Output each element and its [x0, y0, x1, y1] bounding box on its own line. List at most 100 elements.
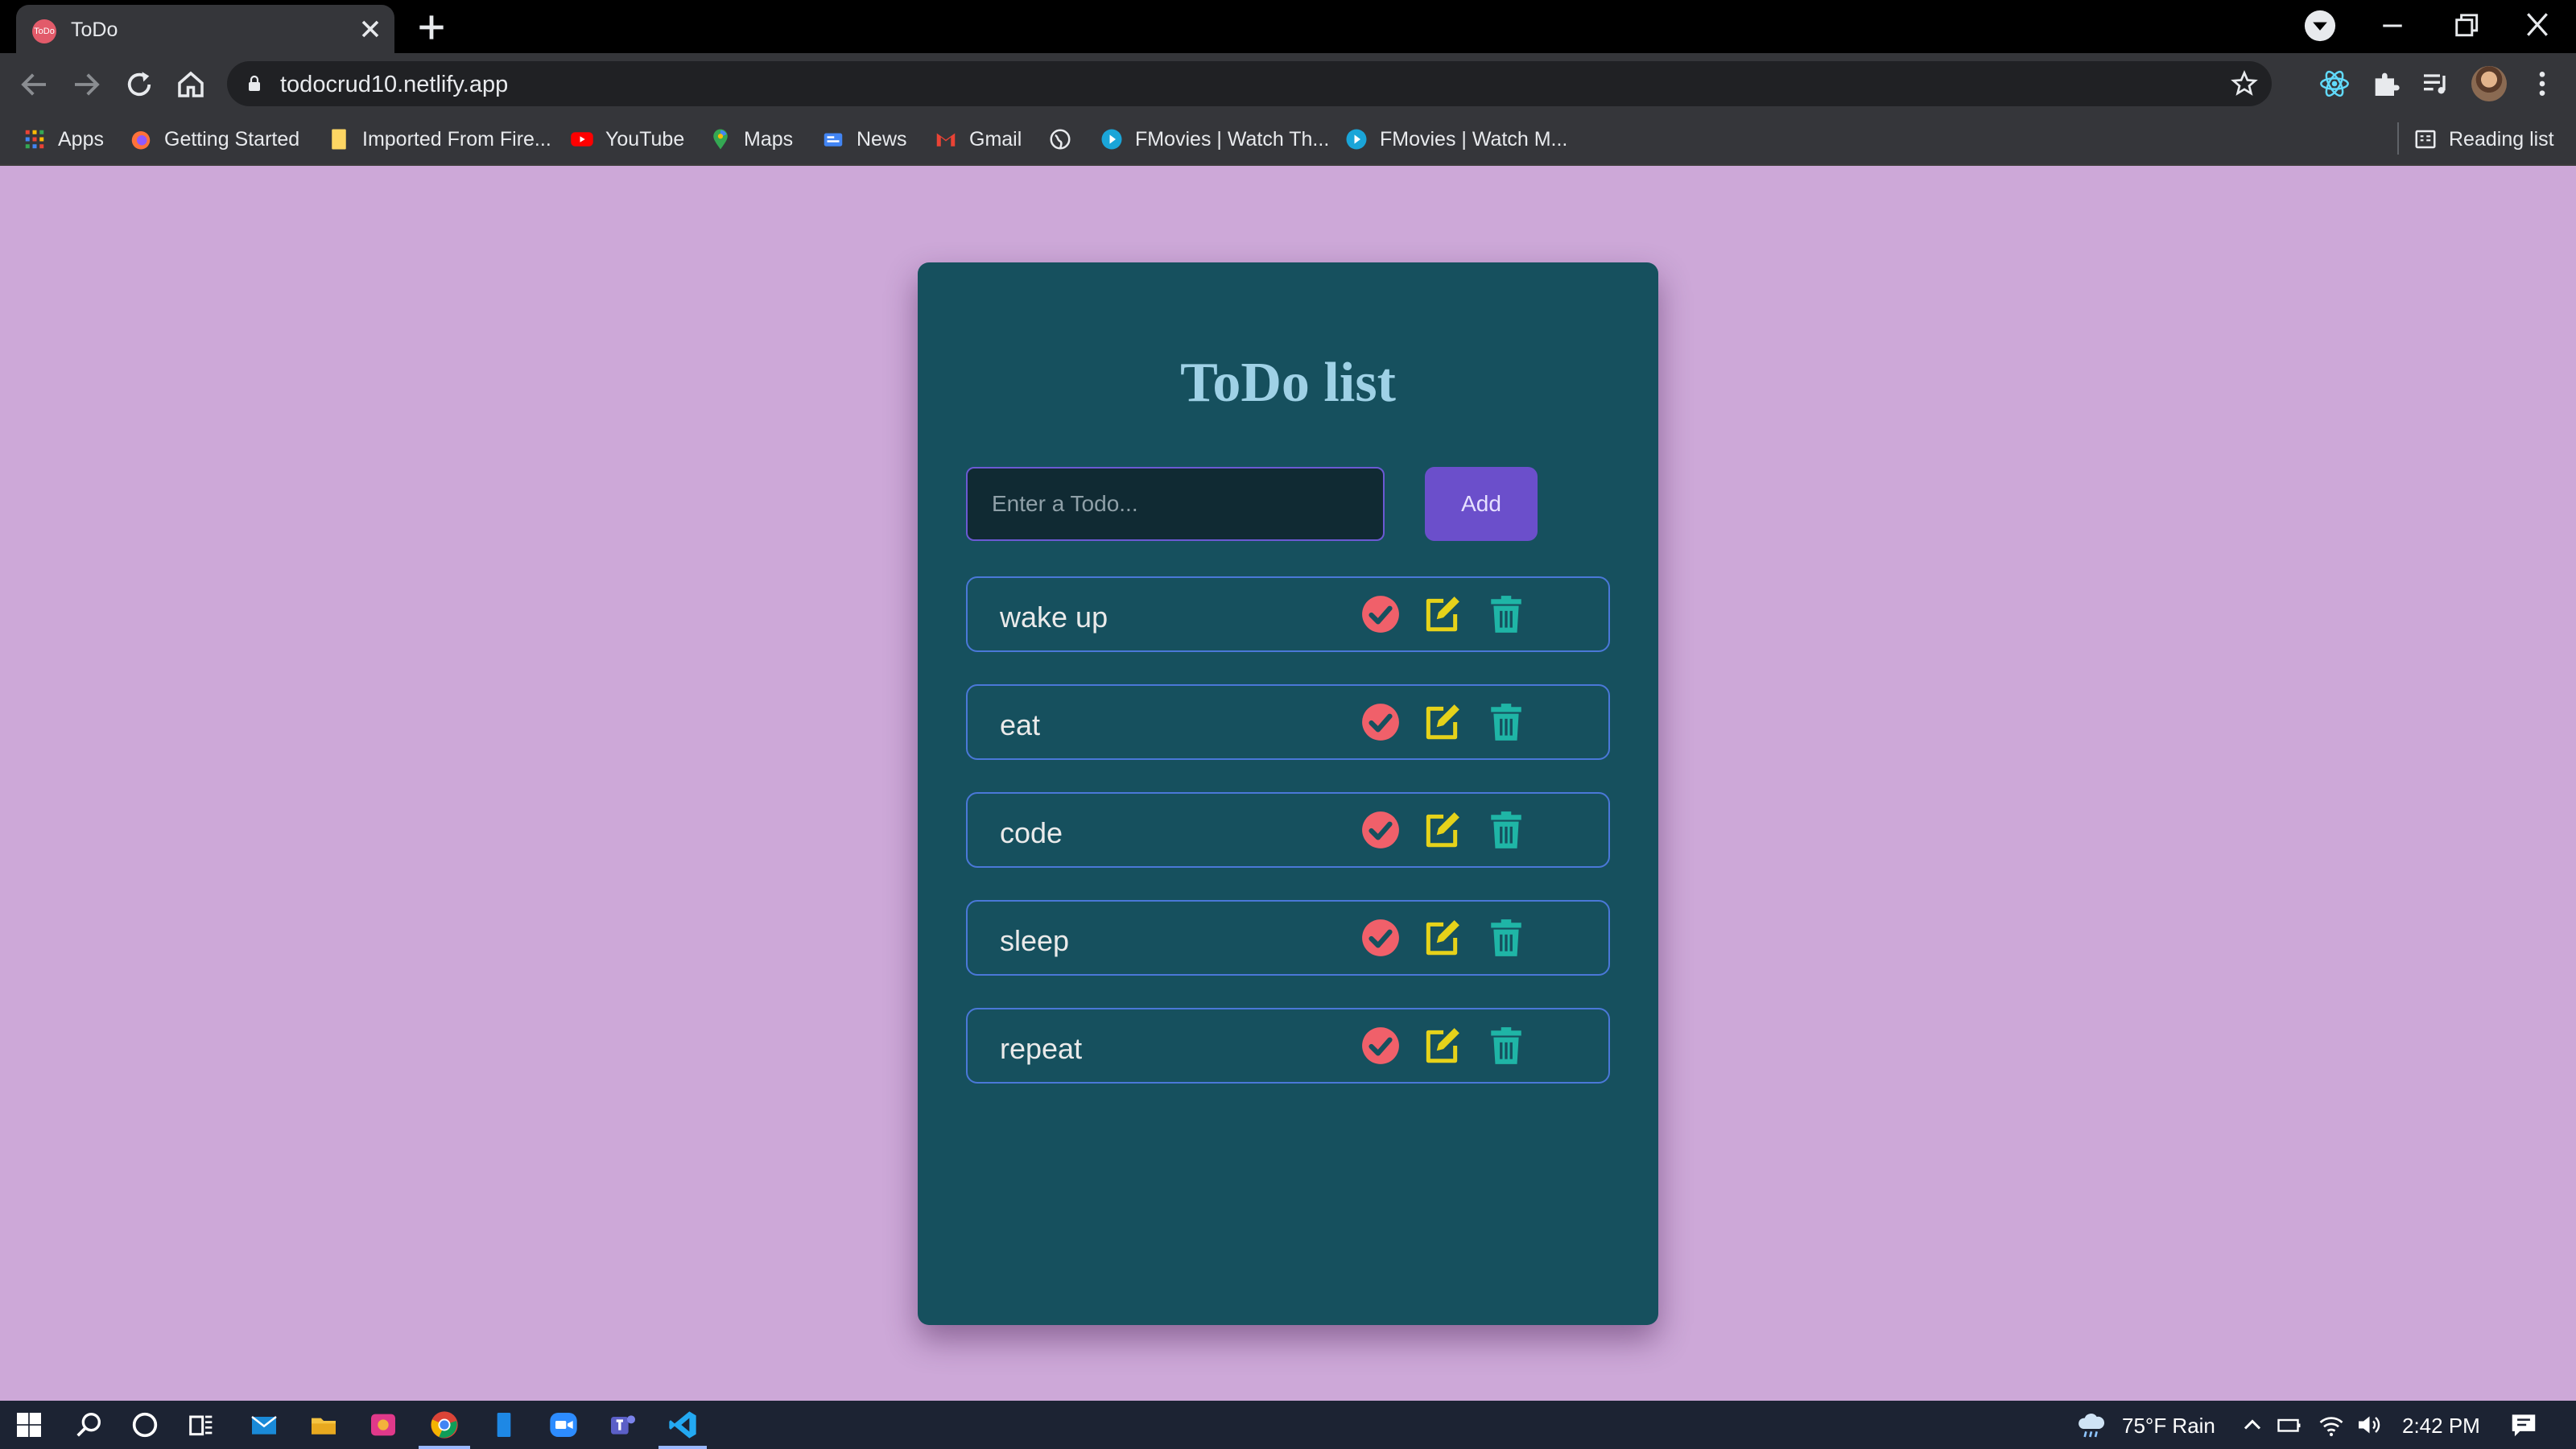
- wifi-icon[interactable]: [2317, 1409, 2346, 1441]
- new-tab-icon[interactable]: [414, 10, 449, 45]
- chevron-up-icon[interactable]: [2238, 1409, 2267, 1441]
- bookmark-label: Gmail: [969, 127, 1022, 151]
- back-arrow-icon[interactable]: [18, 68, 52, 101]
- todo-item: code: [966, 792, 1610, 868]
- complete-button[interactable]: [1360, 702, 1401, 742]
- mail-app-icon[interactable]: [248, 1409, 280, 1441]
- bookmark-fmovies-1[interactable]: FMovies | Watch Th...: [1100, 124, 1329, 155]
- edit-pencil-icon: [1426, 1028, 1459, 1063]
- bookmark-label: Imported From Fire...: [362, 127, 551, 151]
- todo-text: eat: [1000, 708, 1041, 741]
- search-icon[interactable]: [72, 1409, 105, 1441]
- todo-text: sleep: [1000, 924, 1070, 957]
- bookmark-imported-folder[interactable]: Imported From Fire...: [327, 124, 551, 155]
- notes-app-icon[interactable]: [488, 1409, 520, 1441]
- profile-avatar[interactable]: [2471, 66, 2507, 101]
- complete-button[interactable]: [1360, 918, 1401, 958]
- bookmarks-separator: [2397, 122, 2399, 155]
- more-menu-icon[interactable]: [2526, 68, 2558, 100]
- edit-button[interactable]: [1422, 1026, 1462, 1066]
- clock-time[interactable]: 2:42 PM: [2402, 1414, 2480, 1439]
- zoom-app-icon[interactable]: [547, 1409, 580, 1441]
- bookmark-maps[interactable]: Maps: [708, 124, 793, 155]
- complete-button[interactable]: [1360, 1026, 1401, 1066]
- edit-button[interactable]: [1422, 702, 1462, 742]
- youtube-icon: [571, 132, 593, 147]
- active-app-indicator: [419, 1446, 470, 1449]
- todo-input[interactable]: [966, 467, 1385, 541]
- bookmark-label: Apps: [58, 127, 104, 151]
- file-explorer-icon[interactable]: [308, 1409, 340, 1441]
- bookmark-getting-started[interactable]: Getting Started: [129, 124, 299, 155]
- delete-button[interactable]: [1486, 1026, 1526, 1066]
- task-view-icon[interactable]: [185, 1409, 217, 1441]
- browser-tab[interactable]: ToDo ToDo: [16, 5, 394, 53]
- react-devtools-icon[interactable]: [2318, 68, 2351, 100]
- delete-button[interactable]: [1486, 702, 1526, 742]
- teams-app-icon[interactable]: [607, 1409, 639, 1441]
- delete-button[interactable]: [1486, 810, 1526, 850]
- bookmarks-bar: Apps Getting Started Imported From Fire.…: [0, 114, 2576, 166]
- todo-list: wake up eat code sleep repeat: [966, 576, 1610, 1116]
- bookmark-label: YouTube: [605, 127, 685, 151]
- todo-item: sleep: [966, 900, 1610, 976]
- weather-text[interactable]: 75°F Rain: [2122, 1414, 2215, 1439]
- close-tab-icon[interactable]: [356, 14, 385, 43]
- add-button[interactable]: Add: [1425, 467, 1538, 541]
- delete-button[interactable]: [1486, 594, 1526, 634]
- home-icon[interactable]: [174, 68, 208, 101]
- bookmark-news[interactable]: News: [821, 124, 907, 155]
- volume-icon[interactable]: [2354, 1409, 2383, 1441]
- page-title: ToDo list: [1180, 352, 1396, 414]
- tab-strip: ToDo ToDo: [0, 0, 2576, 53]
- bookmark-fmovies-2[interactable]: FMovies | Watch M...: [1344, 124, 1567, 155]
- forward-arrow-icon[interactable]: [69, 68, 103, 101]
- chrome-icon[interactable]: [428, 1409, 460, 1441]
- vscode-icon[interactable]: [667, 1409, 699, 1441]
- delete-button[interactable]: [1486, 918, 1526, 958]
- reading-list-button[interactable]: Reading list: [2413, 124, 2554, 155]
- edit-button[interactable]: [1422, 918, 1462, 958]
- extensions-puzzle-icon[interactable]: [2370, 68, 2402, 100]
- reload-icon[interactable]: [122, 68, 156, 101]
- edit-button[interactable]: [1422, 810, 1462, 850]
- folder-icon: [332, 129, 346, 150]
- close-window-icon[interactable]: [2513, 8, 2562, 43]
- firefox-icon: [131, 131, 151, 150]
- todo-text: repeat: [1000, 1032, 1083, 1065]
- todo-text: wake up: [1000, 601, 1108, 634]
- bookmark-youtube[interactable]: YouTube: [570, 124, 684, 155]
- active-app-indicator: [658, 1446, 707, 1449]
- media-queue-icon[interactable]: [2420, 68, 2452, 100]
- trash-icon: [1491, 596, 1521, 633]
- weather-rain-icon[interactable]: [2072, 1409, 2111, 1441]
- gmail-icon: [936, 133, 956, 147]
- minimize-icon[interactable]: [2368, 8, 2417, 43]
- notifications-icon[interactable]: [2508, 1409, 2539, 1441]
- windows-taskbar: 75°F Rain 2:42 PM: [0, 1401, 2576, 1449]
- edit-pencil-icon: [1426, 704, 1459, 740]
- bookmark-label: News: [857, 127, 907, 151]
- restore-icon[interactable]: [2441, 8, 2489, 43]
- edit-button[interactable]: [1422, 594, 1462, 634]
- bookmark-label: Maps: [744, 127, 794, 151]
- edit-pencil-icon: [1426, 597, 1459, 632]
- bookmark-star-icon[interactable]: [2230, 69, 2259, 98]
- address-bar[interactable]: todocrud10.netlify.app: [227, 61, 2272, 106]
- tab-search-icon[interactable]: [2296, 8, 2344, 43]
- bookmark-globe[interactable]: [1048, 124, 1084, 155]
- todo-item: eat: [966, 684, 1610, 760]
- lock-icon: [249, 75, 260, 91]
- windows-start-icon[interactable]: [13, 1409, 45, 1441]
- complete-button[interactable]: [1360, 594, 1401, 634]
- trash-icon: [1491, 704, 1521, 741]
- todo-text: code: [1000, 816, 1063, 849]
- battery-icon[interactable]: [2275, 1409, 2304, 1441]
- photos-app-icon[interactable]: [367, 1409, 399, 1441]
- bookmark-apps[interactable]: Apps: [23, 124, 104, 155]
- trash-icon: [1491, 919, 1521, 956]
- play-circle-icon: [1346, 129, 1367, 150]
- cortana-icon[interactable]: [129, 1409, 161, 1441]
- complete-button[interactable]: [1360, 810, 1401, 850]
- bookmark-gmail[interactable]: Gmail: [934, 124, 1022, 155]
